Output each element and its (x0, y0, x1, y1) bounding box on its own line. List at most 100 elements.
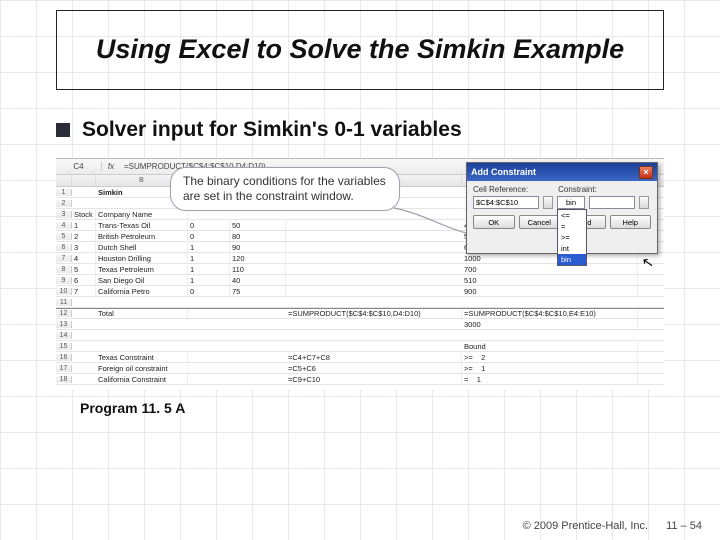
row-number[interactable]: 6 (56, 244, 72, 251)
select-all-corner[interactable] (56, 175, 72, 186)
cell[interactable]: Texas Constraint (96, 353, 188, 362)
table-row[interactable]: 107California Petro075 900 (56, 286, 664, 297)
cell[interactable]: 6 (72, 276, 96, 285)
range-picker-icon[interactable] (543, 196, 553, 209)
op-le[interactable]: <= (558, 210, 586, 221)
cell[interactable]: >= 1 (462, 364, 638, 373)
cell[interactable]: Stock (72, 210, 96, 219)
help-button[interactable]: Help (610, 215, 652, 229)
cell[interactable]: 1000 (462, 254, 638, 263)
table-row[interactable]: 18 California Constraint =C9+C10= 1 (56, 374, 664, 385)
footer: © 2009 Prentice-Hall, Inc. 11 – 54 (523, 520, 702, 532)
cell[interactable]: San Diego Oil (96, 276, 188, 285)
cell[interactable]: 120 (230, 254, 286, 263)
cell[interactable]: Foreign oil constraint (96, 364, 188, 373)
op-bin[interactable]: bin (558, 254, 586, 265)
cell[interactable]: 40 (230, 276, 286, 285)
cell[interactable]: 50 (230, 221, 286, 230)
cell[interactable]: 1 (188, 254, 230, 263)
table-row[interactable]: 96San Diego Oil140 510 (56, 275, 664, 286)
cell[interactable]: 1 (188, 243, 230, 252)
row-number[interactable]: 11 (56, 299, 72, 306)
fx-icon[interactable]: fx (102, 162, 120, 171)
row-number[interactable]: 8 (56, 266, 72, 273)
cell[interactable]: Houston Drilling (96, 254, 188, 263)
cell[interactable]: 0 (188, 232, 230, 241)
row-number[interactable]: 16 (56, 354, 72, 361)
cell[interactable]: =C9+C10 (286, 375, 462, 384)
row-number[interactable]: 1 (56, 189, 72, 196)
row-number[interactable]: 15 (56, 343, 72, 350)
row-number[interactable]: 10 (56, 288, 72, 295)
cell[interactable]: Bound (462, 342, 638, 351)
cell[interactable]: 110 (230, 265, 286, 274)
operator-select[interactable]: bin <= = >= int bin (557, 196, 585, 209)
op-eq[interactable]: = (558, 221, 586, 232)
row-number[interactable]: 13 (56, 321, 72, 328)
cell[interactable]: Texas Petroleum (96, 265, 188, 274)
cell[interactable]: 0 (188, 287, 230, 296)
table-row[interactable]: 17 Foreign oil constraint =C5+C6>= 1 (56, 363, 664, 374)
cell[interactable]: 1 (188, 265, 230, 274)
dialog-titlebar[interactable]: Add Constraint × (467, 163, 657, 181)
cell[interactable]: >= 2 (462, 353, 638, 362)
row-number[interactable]: 4 (56, 222, 72, 229)
op-int[interactable]: int (558, 243, 586, 254)
cell[interactable]: 80 (230, 232, 286, 241)
constraint-input[interactable] (589, 196, 635, 209)
cell[interactable]: 3000 (462, 320, 638, 329)
cancel-button[interactable]: Cancel (519, 215, 561, 229)
cell[interactable]: California Petro (96, 287, 188, 296)
operator-dropdown[interactable]: <= = >= int bin (557, 209, 587, 266)
row-number[interactable]: 2 (56, 200, 72, 207)
cell[interactable]: 2 (72, 232, 96, 241)
cell[interactable]: 5 (72, 265, 96, 274)
cell[interactable]: British Petroleum (96, 232, 188, 241)
op-ge[interactable]: >= (558, 232, 586, 243)
table-row[interactable]: 14 (56, 330, 664, 341)
cell[interactable]: 510 (462, 276, 638, 285)
close-icon[interactable]: × (639, 166, 653, 179)
cell-reference-input[interactable]: $C$4:$C$10 (473, 196, 539, 209)
cell[interactable]: Trans-Texas Oil (96, 221, 188, 230)
row-number[interactable]: 3 (56, 211, 72, 218)
cell[interactable]: = 1 (462, 375, 638, 384)
cell[interactable]: 75 (230, 287, 286, 296)
table-row[interactable]: 15 Bound (56, 341, 664, 352)
row-number[interactable]: 7 (56, 255, 72, 262)
range-picker-icon-2[interactable] (639, 196, 649, 209)
cell[interactable]: =SUMPRODUCT($C$4:$C$10,E4:E10) (462, 309, 638, 318)
cell[interactable]: 4 (72, 254, 96, 263)
name-box[interactable]: C4 (56, 162, 102, 171)
cell[interactable]: =SUMPRODUCT($C$4:$C$10,D4:D10) (286, 309, 462, 318)
cell[interactable]: 90 (230, 243, 286, 252)
cell[interactable]: 900 (462, 287, 638, 296)
cell[interactable]: 3 (72, 243, 96, 252)
table-row[interactable]: 13 3000 (56, 319, 664, 330)
cell[interactable]: 1 (188, 276, 230, 285)
cell[interactable]: Total (96, 309, 188, 318)
cell[interactable]: 700 (462, 265, 638, 274)
table-row[interactable]: 12 Total =SUMPRODUCT($C$4:$C$10,D4:D10)=SU… (56, 308, 664, 319)
row-number[interactable]: 5 (56, 233, 72, 240)
cell[interactable]: =C4+C7+C8 (286, 353, 462, 362)
title-box: Using Excel to Solve the Simkin Example (56, 10, 664, 90)
cell[interactable]: =C5+C6 (286, 364, 462, 373)
cell[interactable]: 7 (72, 287, 96, 296)
cell[interactable]: Dutch Shell (96, 243, 188, 252)
dialog-body: Cell Reference: Constraint: $C$4:$C$10 b… (467, 181, 657, 233)
row-number[interactable]: 17 (56, 365, 72, 372)
table-row[interactable]: 16 Texas Constraint =C4+C7+C8>= 2 (56, 352, 664, 363)
cell[interactable]: 1 (72, 221, 96, 230)
cell[interactable]: California Constraint (96, 375, 188, 384)
cell[interactable]: 0 (188, 221, 230, 230)
page-number: 11 – 54 (666, 520, 702, 532)
row-number[interactable]: 14 (56, 332, 72, 339)
table-row[interactable]: 11 (56, 297, 664, 308)
row-number[interactable]: 12 (56, 310, 72, 317)
col-header-A[interactable] (72, 175, 96, 186)
cell[interactable]: Company Name (96, 210, 188, 219)
row-number[interactable]: 18 (56, 376, 72, 383)
ok-button[interactable]: OK (473, 215, 515, 229)
row-number[interactable]: 9 (56, 277, 72, 284)
